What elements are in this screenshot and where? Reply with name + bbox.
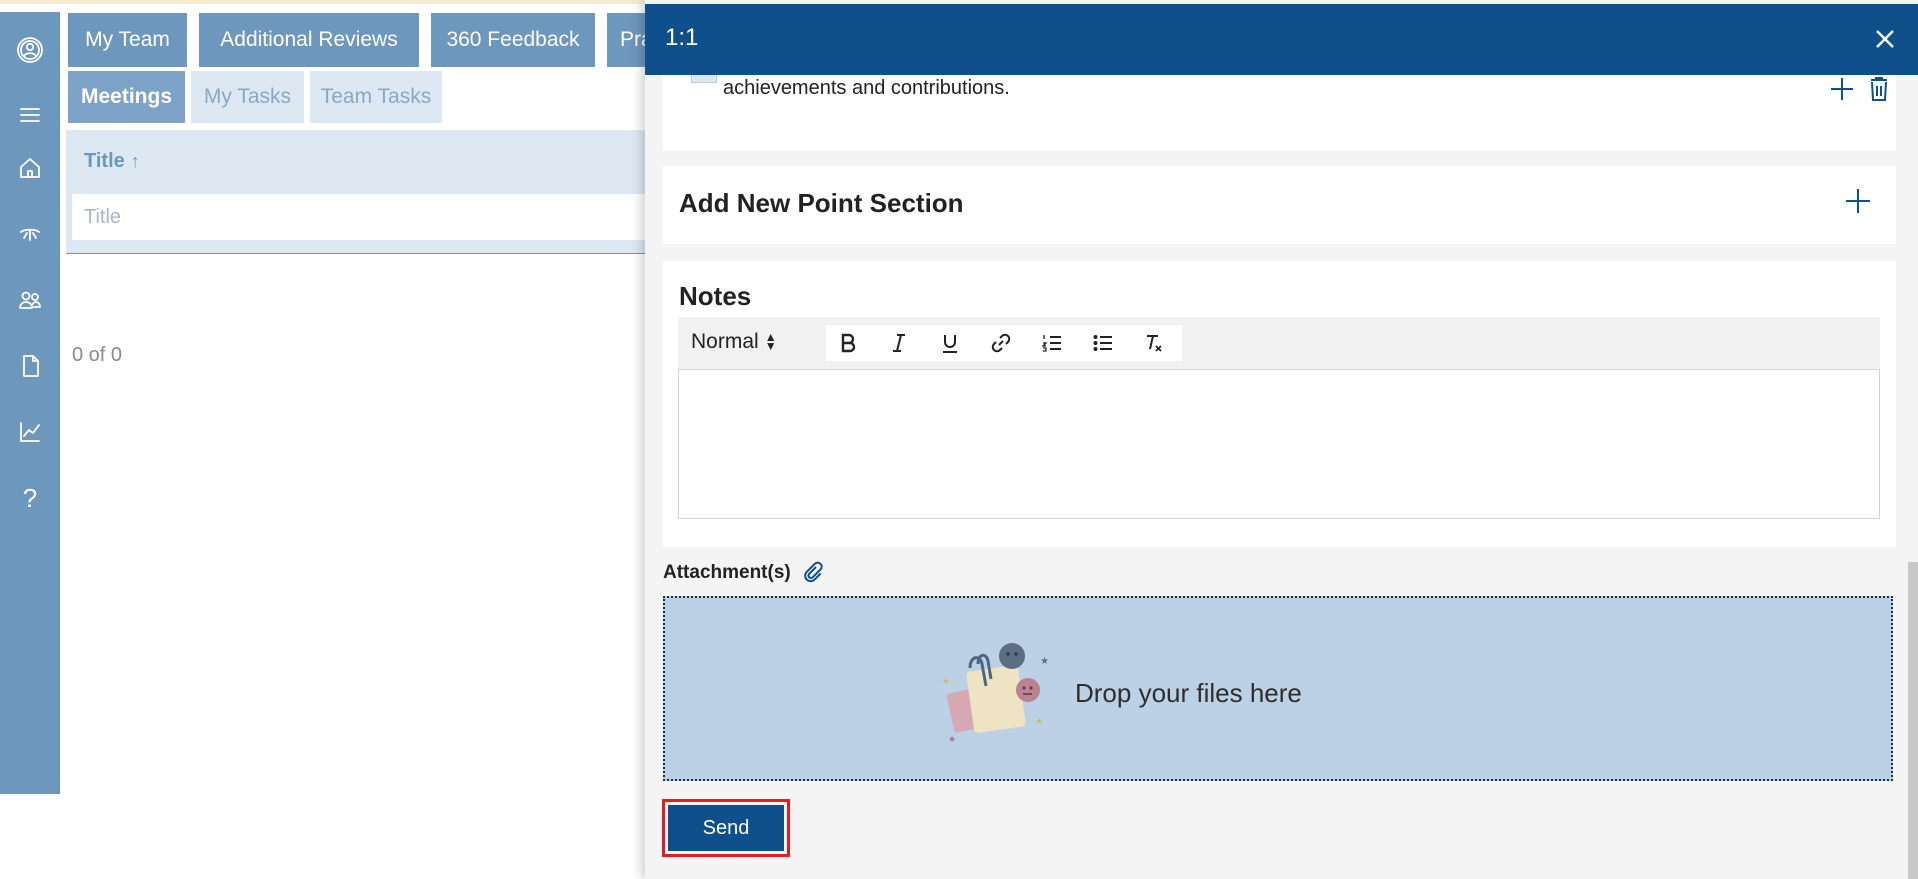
bullet-list-icon[interactable] <box>1089 329 1117 357</box>
clear-format-icon[interactable] <box>1140 329 1168 357</box>
subtab-meetings[interactable]: Meetings <box>68 71 185 123</box>
tab-my-team[interactable]: My Team <box>68 13 187 67</box>
send-button-highlight: Send <box>662 799 790 857</box>
format-select-value: Normal <box>691 330 759 353</box>
one-on-one-panel: 1:1 achievements and contributions. Add … <box>645 0 1918 879</box>
sort-ascending-icon: ↑ <box>130 151 140 171</box>
panel-scrollbar[interactable] <box>1908 562 1918 879</box>
close-icon[interactable] <box>1870 24 1900 54</box>
send-button[interactable]: Send <box>668 805 784 851</box>
attachments-label: Attachment(s) <box>663 562 791 583</box>
attachments-header: Attachment(s) <box>663 561 825 585</box>
paperclip-icon[interactable] <box>801 561 825 585</box>
svg-text:★: ★ <box>1040 656 1049 667</box>
home-icon[interactable] <box>12 150 48 186</box>
files-illustration-icon: ★ ★ ★ ★ <box>942 643 1049 745</box>
italic-icon[interactable] <box>885 329 913 357</box>
notes-editor[interactable] <box>678 369 1880 519</box>
drop-files-text: Drop your files here <box>1075 678 1302 708</box>
tab-360-feedback[interactable]: 360 Feedback <box>431 13 595 67</box>
bold-icon[interactable] <box>834 329 862 357</box>
avatar-icon[interactable] <box>12 32 48 68</box>
chart-icon[interactable] <box>12 414 48 450</box>
editor-toolbar: Normal ▲ ▼ <box>678 317 1880 369</box>
pager-count: 0 of 0 <box>72 344 123 366</box>
point-checkbox[interactable] <box>691 75 717 83</box>
scale-icon[interactable] <box>12 216 48 252</box>
format-select[interactable]: Normal ▲ ▼ <box>691 330 777 354</box>
subtab-my-tasks[interactable]: My Tasks <box>191 71 304 123</box>
notes-label: Notes <box>679 281 752 311</box>
ordered-list-icon[interactable] <box>1038 329 1066 357</box>
subtab-team-tasks[interactable]: Team Tasks <box>310 71 442 123</box>
grid-header: Title ↑ <box>66 130 648 193</box>
title-column-header[interactable]: Title ↑ <box>84 150 140 173</box>
panel-header: 1:1 <box>645 4 1918 75</box>
svg-text:★: ★ <box>942 677 950 687</box>
delete-point-icon[interactable] <box>1865 75 1895 105</box>
help-glyph: ? <box>22 482 38 513</box>
grid-divider <box>66 253 648 254</box>
updown-caret-icon: ▲ ▼ <box>764 330 777 353</box>
point-item-card: achievements and contributions. <box>663 75 1896 151</box>
format-buttons <box>826 325 1182 361</box>
svg-text:★: ★ <box>1035 717 1043 727</box>
tab-additional-reviews[interactable]: Additional Reviews <box>199 13 419 67</box>
add-section-plus-icon[interactable] <box>1843 186 1875 218</box>
file-dropzone[interactable]: ★ ★ ★ ★ Drop your files here <box>663 596 1893 781</box>
team-icon[interactable] <box>12 282 48 318</box>
underline-icon[interactable] <box>936 329 964 357</box>
title-column-label: Title <box>84 150 125 172</box>
link-icon[interactable] <box>987 329 1015 357</box>
filter-row: Title <box>66 193 648 253</box>
document-icon[interactable] <box>12 348 48 384</box>
menu-icon[interactable] <box>12 97 48 133</box>
title-filter-input[interactable]: Title <box>72 194 648 240</box>
left-navigation-rail: ? <box>0 12 60 794</box>
svg-text:★: ★ <box>948 735 956 745</box>
help-icon[interactable]: ? <box>12 480 48 516</box>
panel-title: 1:1 <box>665 24 699 51</box>
add-sub-point-icon[interactable] <box>1828 75 1858 105</box>
add-section-label: Add New Point Section <box>679 188 964 218</box>
add-new-point-section: Add New Point Section <box>663 166 1896 244</box>
tab-partial[interactable]: Pra <box>607 13 647 67</box>
point-text: achievements and contributions. <box>723 77 1010 99</box>
notes-card: Notes Normal ▲ ▼ <box>663 261 1896 547</box>
